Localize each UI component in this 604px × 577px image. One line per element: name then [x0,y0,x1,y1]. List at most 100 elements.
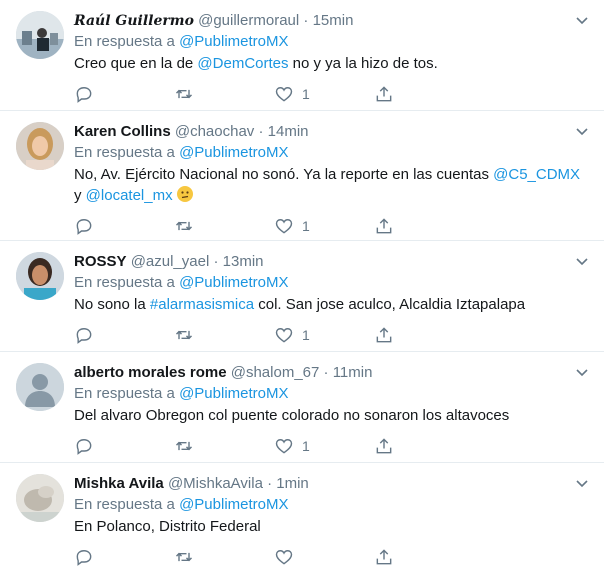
tweet[interactable]: ROSSY @azul_yael · 13min En respuesta a … [0,241,604,352]
like-button[interactable]: 1 [274,436,374,456]
reply-to-link[interactable]: @PublimetroMX [179,144,288,161]
share-button[interactable] [374,325,474,345]
confused-face-icon [176,186,193,202]
display-name[interactable]: Mishka Avila [74,475,164,492]
share-button[interactable] [374,436,474,456]
reply-prefix: En respuesta a [74,496,175,513]
text-segment: col. San jose aculco, Alcaldia Iztapalap… [254,296,526,313]
separator: · [209,253,223,270]
timestamp[interactable]: 1min [276,475,309,492]
tweet-text: Del alvaro Obregon col puente colorado n… [74,407,510,424]
like-button[interactable]: 1 [274,84,374,104]
text-segment: No, Av. Ejército Nacional no sonó. Ya la… [74,166,494,183]
mention-link[interactable]: @C5_CDMX [493,166,580,183]
heart-icon [275,328,293,343]
share-icon [376,549,392,565]
chevron-down-icon[interactable] [574,475,590,491]
heart-icon [275,550,293,565]
reply-icon [76,219,92,235]
tweet[interactable]: alberto morales rome @shalom_67 · 11min … [0,352,604,463]
retweet-icon [175,89,193,99]
handle[interactable]: @shalom_67 [231,364,320,381]
reply-prefix: En respuesta a [74,274,175,291]
chevron-down-icon[interactable] [574,364,590,380]
handle[interactable]: @guillermoraul [198,12,299,29]
reply-icon [76,439,92,455]
tweet-actions [74,539,590,575]
text-segment: No sono la [74,296,150,313]
default-profile-icon [16,363,64,411]
timestamp[interactable]: 11min [333,364,373,381]
avatar[interactable] [16,122,64,170]
reply-button[interactable] [74,436,174,456]
avatar[interactable] [16,363,64,411]
display-name[interactable]: ROSSY [74,253,127,270]
separator: · [319,364,333,381]
mention-link[interactable]: @locatel_mx [86,187,173,204]
separator: · [262,475,277,492]
tweet[interactable]: Mishka Avila @MishkaAvila · 1min En resp… [0,463,604,577]
chevron-down-icon[interactable] [574,123,590,139]
heart-icon [275,219,293,234]
tweet-text: Creo que en la de @DemCortes no y ya la … [74,53,590,74]
tweet[interactable]: Raúl Guillermo @guillermoraul · 15min En… [0,0,604,111]
text-segment: Creo que en la de [74,55,198,72]
reply-to-link[interactable]: @PublimetroMX [179,496,288,513]
like-count: 1 [302,86,310,102]
retweet-button[interactable] [174,325,274,345]
reply-to-link[interactable]: @PublimetroMX [179,33,288,50]
chevron-down-icon[interactable] [574,253,590,269]
reply-to-link[interactable]: @PublimetroMX [179,385,288,402]
heart-icon [275,87,293,102]
reply-button[interactable] [74,84,174,104]
like-button[interactable] [274,547,374,567]
avatar[interactable] [16,11,64,59]
like-count: 1 [302,327,310,343]
reply-icon [76,87,92,103]
retweet-button[interactable] [174,84,274,104]
reply-button[interactable] [74,216,174,236]
tweet-text: No sono la #alarmasismica col. San jose … [74,294,590,315]
chevron-down-icon[interactable] [574,12,590,28]
share-button[interactable] [374,84,474,104]
tweet-feed: Raúl Guillermo @guillermoraul · 15min En… [0,0,604,577]
heart-icon [275,439,293,454]
separator: · [254,123,268,140]
retweet-button[interactable] [174,436,274,456]
reply-button[interactable] [74,325,174,345]
handle[interactable]: @chaochav [175,123,254,140]
share-button[interactable] [374,216,474,236]
retweet-icon [175,552,193,562]
share-icon [376,218,392,234]
tweet[interactable]: Karen Collins @chaochav · 14min En respu… [0,111,604,241]
handle[interactable]: @MishkaAvila [168,475,263,492]
separator: · [299,12,313,29]
timestamp[interactable]: 13min [223,253,264,270]
reply-button[interactable] [74,547,174,567]
avatar[interactable] [16,252,64,300]
retweet-button[interactable] [174,547,274,567]
like-button[interactable]: 1 [274,325,374,345]
reply-icon [76,328,92,344]
share-button[interactable] [374,547,474,567]
mention-link[interactable]: @DemCortes [197,55,288,72]
timestamp[interactable]: 15min [313,12,354,29]
display-name[interactable]: alberto morales rome [74,364,227,381]
like-button[interactable]: 1 [274,216,374,236]
share-icon [376,86,392,102]
like-count: 1 [302,218,310,234]
like-count: 1 [302,438,310,454]
reply-to-link[interactable]: @PublimetroMX [179,274,288,291]
timestamp[interactable]: 14min [268,123,309,140]
tweet-actions: 1 [74,317,590,353]
text-segment: y [74,187,86,204]
tweet-text: No, Av. Ejército Nacional no sonó. Ya la… [74,164,590,206]
tweet-text: En Polanco, Distrito Federal [74,518,261,535]
avatar[interactable] [16,474,64,522]
reply-icon [76,550,92,566]
retweet-button[interactable] [174,216,274,236]
display-name[interactable]: Raúl Guillermo [74,13,194,29]
hashtag-link[interactable]: #alarmasismica [150,296,254,313]
handle[interactable]: @azul_yael [131,253,210,270]
display-name[interactable]: Karen Collins [74,123,171,140]
